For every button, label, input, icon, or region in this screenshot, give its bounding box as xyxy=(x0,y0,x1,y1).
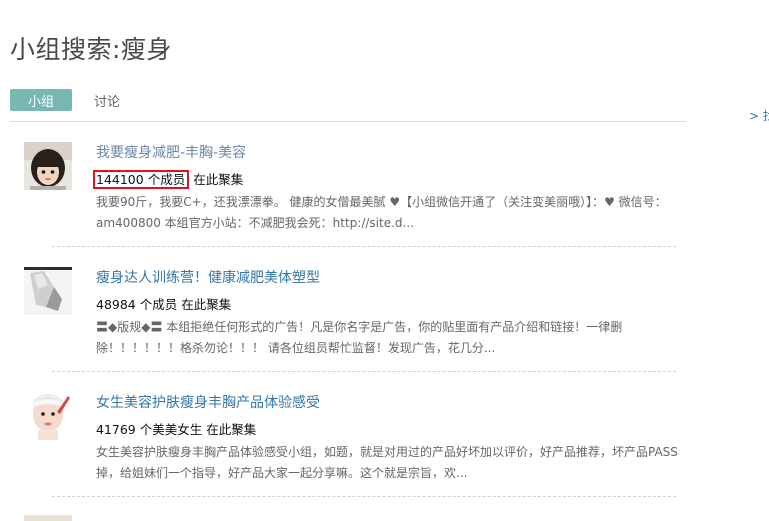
gather-label: 在此聚集 xyxy=(193,172,244,187)
group-title-link[interactable]: 女生美容护肤瘦身丰胸产品体验感受 xyxy=(96,392,320,412)
tab-discussions[interactable]: 讨论 xyxy=(94,91,120,110)
group-avatar[interactable] xyxy=(24,515,72,521)
list-item: 我要瘦身减肥-丰胸-美容 144100 个成员 在此聚集 我要90斤，我要C+，… xyxy=(10,122,686,246)
page-title: 小组搜索:瘦身 xyxy=(10,35,172,64)
group-meta: 144100 个成员 在此聚集 xyxy=(93,169,244,189)
gather-label: 在此聚集 xyxy=(181,297,232,312)
group-meta: 41769 个美美女生 在此聚集 xyxy=(96,419,256,438)
member-count: 144100 个成员 xyxy=(93,170,190,189)
list-item: 女生美容护肤瘦身丰胸产品体验感受 41769 个美美女生 在此聚集 女生美容护肤… xyxy=(10,372,686,496)
group-avatar[interactable] xyxy=(24,392,72,440)
group-meta: 48984 个成员 在此聚集 xyxy=(96,294,231,313)
side-link[interactable]: > 找 xyxy=(749,107,769,124)
member-count: 48984 个成员 xyxy=(96,297,178,312)
gather-label: 在此聚集 xyxy=(206,422,257,437)
group-title-link[interactable]: 瘦身达人训练营！健康减肥美体塑型 xyxy=(96,267,320,287)
list-item: 瘦身达人训练营！健康减肥美体塑型 48984 个成员 在此聚集 〓◆版规◆〓 本… xyxy=(10,247,686,371)
result-tabs: 小组 讨论 xyxy=(10,89,120,111)
divider xyxy=(52,496,676,497)
group-avatar[interactable] xyxy=(24,142,72,190)
group-avatar[interactable] xyxy=(24,267,72,315)
tab-groups[interactable]: 小组 xyxy=(10,89,72,111)
group-description: 女生美容护肤瘦身丰胸产品体验感受小组，如题，就是对用过的产品好坏加以评价，好产品… xyxy=(96,445,678,480)
group-description: 〓◆版规◆〓 本组拒绝任何形式的广告！凡是你名字是广告，你的贴里面有产品介绍和链… xyxy=(96,320,623,355)
group-description: 我要90斤，我要C+，还我漂漂拳。 健康的女僧最美腻 ♥【小组微信开通了（关注变… xyxy=(96,195,667,230)
group-title-link[interactable]: 我要瘦身减肥-丰胸-美容 xyxy=(96,142,246,162)
member-count: 41769 个美美女生 xyxy=(96,422,203,437)
